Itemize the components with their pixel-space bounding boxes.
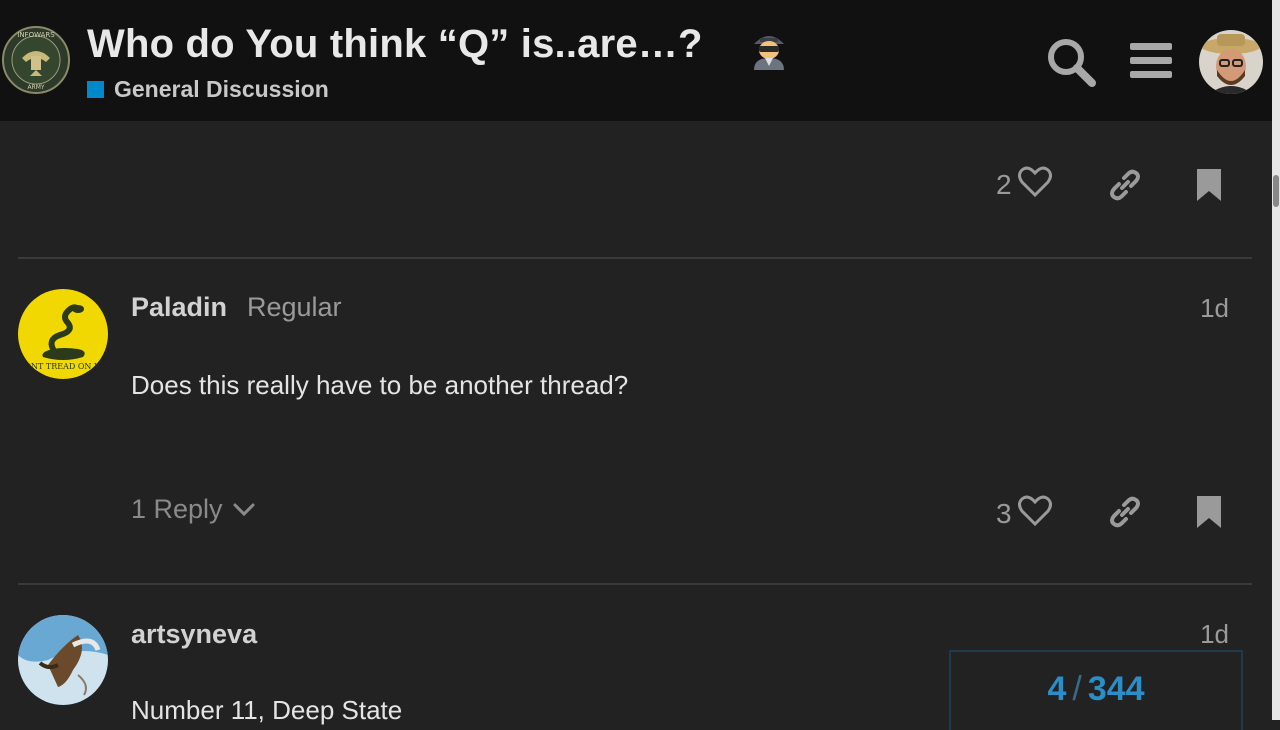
post-body: Does this really have to be another thre… bbox=[131, 370, 629, 400]
category-badge[interactable]: General Discussion bbox=[87, 76, 329, 103]
current-user-avatar[interactable] bbox=[1199, 30, 1263, 94]
scrollbar-thumb[interactable] bbox=[1273, 175, 1279, 207]
search-icon[interactable] bbox=[1045, 36, 1097, 93]
link-icon[interactable] bbox=[1108, 168, 1142, 207]
post-divider bbox=[18, 257, 1252, 259]
topic-progress[interactable]: 4 / 344 bbox=[949, 650, 1243, 730]
show-replies-button[interactable]: 1 Reply bbox=[131, 494, 255, 525]
topic-title[interactable]: Who do You think “Q” is..are…? bbox=[87, 22, 703, 67]
link-icon[interactable] bbox=[1108, 495, 1142, 534]
category-color-swatch bbox=[87, 81, 104, 98]
bookmark-icon[interactable] bbox=[1196, 168, 1222, 207]
like-count: 3 bbox=[996, 497, 1012, 529]
logo-text-bottom: ARMY bbox=[27, 84, 44, 91]
user-avatar-artsyneva[interactable] bbox=[18, 615, 108, 705]
hamburger-menu-icon[interactable] bbox=[1128, 36, 1174, 91]
progress-total: 344 bbox=[1087, 670, 1145, 708]
post-actions: 3 bbox=[996, 495, 1052, 532]
reply-count-label: 1 Reply bbox=[131, 494, 223, 524]
avatar-text: DONT TREAD ON ME bbox=[18, 362, 108, 371]
category-label: General Discussion bbox=[114, 76, 329, 102]
heart-icon[interactable] bbox=[1017, 166, 1052, 203]
user-avatar-paladin[interactable]: DONT TREAD ON ME bbox=[18, 289, 108, 379]
user-title: Regular bbox=[247, 292, 342, 322]
post-date[interactable]: 1d bbox=[1200, 293, 1229, 324]
chevron-down-icon bbox=[233, 503, 255, 516]
post-body: Number 11, Deep State bbox=[131, 695, 403, 725]
site-header: INFOWARS ARMY Who do You think “Q” is..a… bbox=[0, 0, 1272, 121]
bookmark-icon[interactable] bbox=[1196, 495, 1222, 534]
heart-icon[interactable] bbox=[1017, 495, 1052, 532]
like-count: 2 bbox=[996, 168, 1012, 200]
post-username[interactable]: artsyneva bbox=[131, 619, 257, 650]
logo-text-top: INFOWARS bbox=[17, 31, 55, 39]
post-actions: 2 bbox=[996, 166, 1052, 203]
progress-current: 4 bbox=[1047, 670, 1067, 708]
post-divider bbox=[18, 583, 1252, 585]
post-username[interactable]: Paladin bbox=[131, 292, 227, 323]
site-logo[interactable]: INFOWARS ARMY bbox=[2, 26, 70, 94]
post-date[interactable]: 1d bbox=[1200, 619, 1229, 650]
spy-emoji-icon bbox=[750, 28, 788, 70]
scrollbar[interactable] bbox=[1272, 0, 1280, 720]
progress-separator: / bbox=[1072, 670, 1082, 708]
